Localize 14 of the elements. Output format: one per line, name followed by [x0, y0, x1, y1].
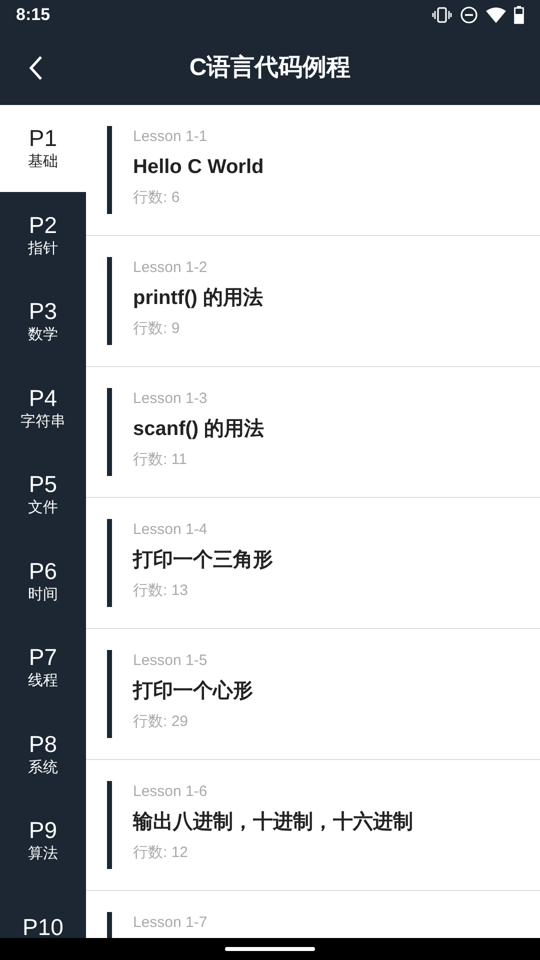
lesson-item[interactable]: Lesson 1-1 Hello C World 行数: 6 [86, 105, 540, 236]
lesson-item[interactable]: Lesson 1-2 printf() 的用法 行数: 9 [86, 236, 540, 367]
status-time: 8:15 [16, 4, 50, 26]
lesson-item[interactable]: Lesson 1-3 scanf() 的用法 行数: 11 [86, 367, 540, 498]
back-icon [28, 54, 44, 80]
lesson-item[interactable]: Lesson 1-5 打印一个心形 行数: 29 [86, 629, 540, 760]
do-not-disturb-icon [460, 6, 478, 24]
lesson-item[interactable]: Lesson 1-4 打印一个三角形 行数: 13 [86, 498, 540, 629]
category-tab[interactable]: P1 基础 [0, 105, 86, 192]
vibrate-icon [432, 7, 452, 23]
wifi-icon [486, 7, 506, 23]
lesson-item[interactable]: Lesson 1-6 输出八进制，十进制，十六进制 行数: 12 [86, 760, 540, 891]
app-title: C语言代码例程 [189, 52, 351, 82]
battery-icon [514, 6, 524, 24]
